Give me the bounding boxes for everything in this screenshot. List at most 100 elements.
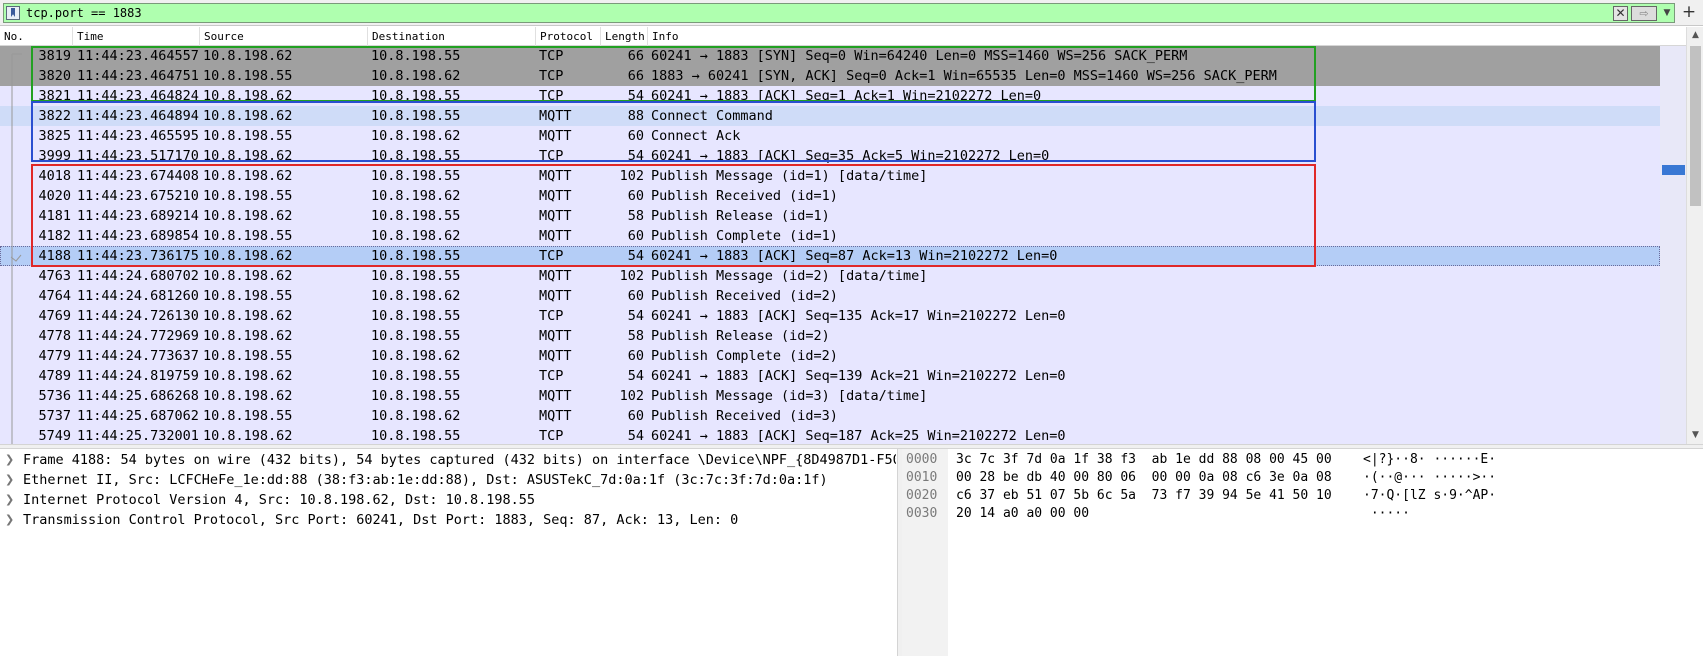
packet-row[interactable]: 4188 11:44:23.736175 10.8.198.62 10.8.198.5… xyxy=(0,246,1660,266)
packet-row[interactable]: 3820 11:44:23.464751 10.8.198.55 10.8.198.6… xyxy=(0,66,1660,86)
byte-hex-row[interactable]: 20 14 a0 a0 00 00 xyxy=(956,505,1089,523)
display-filter-toolbar: tcp.port == 1883 ✕ ⇨ ▼ + xyxy=(0,0,1703,26)
packet-time-cell: 11:44:23.464751 xyxy=(77,68,199,84)
column-header-info[interactable]: Info xyxy=(648,27,1686,46)
packet-destination-cell: 10.8.198.55 xyxy=(371,268,461,284)
packet-info-cell: Publish Received (id=1) xyxy=(651,188,838,204)
packet-protocol-cell: MQTT xyxy=(539,208,572,224)
byte-hex-row[interactable]: 3c 7c 3f 7d 0a 1f 38 f3 ab 1e dd 88 08 0… xyxy=(956,451,1332,469)
packet-destination-cell: 10.8.198.55 xyxy=(371,88,461,104)
packet-protocol-cell: TCP xyxy=(539,68,564,84)
column-header-time[interactable]: Time xyxy=(73,27,200,46)
packet-protocol-cell: TCP xyxy=(539,48,564,64)
packet-row[interactable]: 3999 11:44:23.517170 10.8.198.62 10.8.198.5… xyxy=(0,146,1660,166)
filter-history-dropdown-icon[interactable]: ▼ xyxy=(1660,6,1674,21)
packet-protocol-cell: TCP xyxy=(539,368,564,384)
packet-source-cell: 10.8.198.55 xyxy=(203,68,293,84)
packet-destination-cell: 10.8.198.62 xyxy=(371,128,461,144)
packet-row[interactable]: 4181 11:44:23.689214 10.8.198.62 10.8.198.5… xyxy=(0,206,1660,226)
detail-row-frame[interactable]: ❯ Frame 4188: 54 bytes on wire (432 bits… xyxy=(0,450,896,470)
arrow-right-icon: ⇨ xyxy=(1639,7,1649,20)
column-header-destination[interactable]: Destination xyxy=(368,27,536,46)
packet-row[interactable]: 4769 11:44:24.726130 10.8.198.62 10.8.198.5… xyxy=(0,306,1660,326)
packet-row[interactable]: 3821 11:44:23.464824 10.8.198.62 10.8.198.5… xyxy=(0,86,1660,106)
packet-length-cell: 60 xyxy=(627,128,644,144)
byte-ascii-row[interactable]: ····· xyxy=(1363,505,1410,523)
packet-length-cell: 60 xyxy=(627,188,644,204)
scroll-down-icon[interactable]: ▼ xyxy=(1687,427,1703,444)
expand-chevron-icon[interactable]: ❯ xyxy=(5,450,14,470)
packet-row[interactable]: 5749 11:44:25.732001 10.8.198.62 10.8.198.5… xyxy=(0,426,1660,444)
packet-row[interactable]: 3822 11:44:23.464894 10.8.198.62 10.8.198.5… xyxy=(0,106,1660,126)
packet-row[interactable]: 4778 11:44:24.772969 10.8.198.62 10.8.198.5… xyxy=(0,326,1660,346)
apply-filter-button[interactable]: ⇨ xyxy=(1631,6,1657,21)
packet-protocol-cell: MQTT xyxy=(539,328,572,344)
packet-time-cell: 11:44:23.689854 xyxy=(77,228,199,244)
byte-hex-row[interactable]: 00 28 be db 40 00 80 06 00 00 0a 08 c6 3… xyxy=(956,469,1332,487)
add-filter-button[interactable]: + xyxy=(1680,2,1698,22)
packet-row[interactable]: 5736 11:44:25.686268 10.8.198.62 10.8.198.5… xyxy=(0,386,1660,406)
packet-time-cell: 11:44:23.464824 xyxy=(77,88,199,104)
packet-protocol-cell: MQTT xyxy=(539,128,572,144)
expand-chevron-icon[interactable]: ❯ xyxy=(5,490,14,510)
packet-destination-cell: 10.8.198.62 xyxy=(371,288,461,304)
packet-info-cell: Publish Release (id=2) xyxy=(651,328,830,344)
packet-protocol-cell: MQTT xyxy=(539,288,572,304)
packet-source-cell: 10.8.198.62 xyxy=(203,88,293,104)
packet-protocol-cell: MQTT xyxy=(539,348,572,364)
packet-info-cell: Publish Release (id=1) xyxy=(651,208,830,224)
byte-ascii-row[interactable]: <|?}··8· ······E· xyxy=(1363,451,1496,469)
packet-protocol-cell: MQTT xyxy=(539,268,572,284)
detail-row-ipv4[interactable]: ❯ Internet Protocol Version 4, Src: 10.8… xyxy=(0,490,896,510)
column-header-length[interactable]: Length xyxy=(601,27,648,46)
packet-protocol-cell: MQTT xyxy=(539,388,572,404)
column-header-no[interactable]: No. xyxy=(0,27,73,46)
packet-list-scrollbar[interactable]: ▲ ▼ xyxy=(1686,27,1703,444)
expand-chevron-icon[interactable]: ❯ xyxy=(5,510,14,530)
packet-row[interactable]: 4789 11:44:24.819759 10.8.198.62 10.8.198.5… xyxy=(0,366,1660,386)
packet-row[interactable]: 3819 11:44:23.464557 10.8.198.62 10.8.198.5… xyxy=(0,46,1660,66)
byte-hex-row[interactable]: c6 37 eb 51 07 5b 6c 5a 73 f7 39 94 5e 4… xyxy=(956,487,1332,505)
column-header-protocol[interactable]: Protocol xyxy=(536,27,601,46)
packet-row[interactable]: 4018 11:44:23.674408 10.8.198.62 10.8.198.5… xyxy=(0,166,1660,186)
packet-destination-cell: 10.8.198.55 xyxy=(371,428,461,444)
byte-ascii-row[interactable]: ·7·Q·[lZ s·9·^AP· xyxy=(1363,487,1496,505)
expand-chevron-icon[interactable]: ❯ xyxy=(5,470,14,490)
packet-protocol-cell: TCP xyxy=(539,428,564,444)
packet-row[interactable]: 4020 11:44:23.675210 10.8.198.55 10.8.198.6… xyxy=(0,186,1660,206)
packet-row[interactable]: 4763 11:44:24.680702 10.8.198.62 10.8.198.5… xyxy=(0,266,1660,286)
packet-row[interactable]: 4764 11:44:24.681260 10.8.198.55 10.8.198.6… xyxy=(0,286,1660,306)
byte-offset: 0010 xyxy=(906,470,938,485)
packet-destination-cell: 10.8.198.62 xyxy=(371,408,461,424)
packet-source-cell: 10.8.198.62 xyxy=(203,248,293,264)
byte-offset: 0030 xyxy=(906,506,938,521)
display-filter-text[interactable]: tcp.port == 1883 xyxy=(26,5,142,21)
packet-source-cell: 10.8.198.62 xyxy=(203,48,293,64)
clear-filter-button[interactable]: ✕ xyxy=(1613,6,1628,21)
packet-destination-cell: 10.8.198.55 xyxy=(371,368,461,384)
packet-protocol-cell: MQTT xyxy=(539,228,572,244)
packet-source-cell: 10.8.198.62 xyxy=(203,308,293,324)
packet-info-cell: 60241 → 1883 [ACK] Seq=35 Ack=5 Win=2102… xyxy=(651,148,1050,164)
packet-row[interactable]: 4779 11:44:24.773637 10.8.198.55 10.8.198.6… xyxy=(0,346,1660,366)
scroll-up-icon[interactable]: ▲ xyxy=(1687,27,1703,44)
detail-row-ethernet[interactable]: ❯ Ethernet II, Src: LCFCHeFe_1e:dd:88 (3… xyxy=(0,470,896,490)
detail-row-tcp[interactable]: ❯ Transmission Control Protocol, Src Por… xyxy=(0,510,896,530)
packet-destination-cell: 10.8.198.55 xyxy=(371,388,461,404)
packet-time-cell: 11:44:24.680702 xyxy=(77,268,199,284)
packet-time-cell: 11:44:25.732001 xyxy=(77,428,199,444)
byte-ascii-row[interactable]: ·(··@··· ·····>·· xyxy=(1363,469,1496,487)
scrollbar-thumb[interactable] xyxy=(1690,46,1701,206)
packet-row[interactable]: 4182 11:44:23.689854 10.8.198.55 10.8.198.6… xyxy=(0,226,1660,246)
packet-source-cell: 10.8.198.62 xyxy=(203,388,293,404)
bookmark-icon[interactable] xyxy=(6,6,20,20)
packet-time-cell: 11:44:23.675210 xyxy=(77,188,199,204)
packet-info-cell: Publish Message (id=1) [data/time] xyxy=(651,168,928,184)
display-filter-input[interactable]: tcp.port == 1883 ✕ ⇨ ▼ xyxy=(3,3,1675,23)
packet-row[interactable]: 3825 11:44:23.465595 10.8.198.55 10.8.198.6… xyxy=(0,126,1660,146)
packet-row[interactable]: 5737 11:44:25.687062 10.8.198.55 10.8.198.6… xyxy=(0,406,1660,426)
column-header-source[interactable]: Source xyxy=(200,27,368,46)
packet-length-cell: 60 xyxy=(627,348,644,364)
packet-source-cell: 10.8.198.62 xyxy=(203,208,293,224)
packet-info-cell: 60241 → 1883 [ACK] Seq=1 Ack=1 Win=21022… xyxy=(651,88,1042,104)
